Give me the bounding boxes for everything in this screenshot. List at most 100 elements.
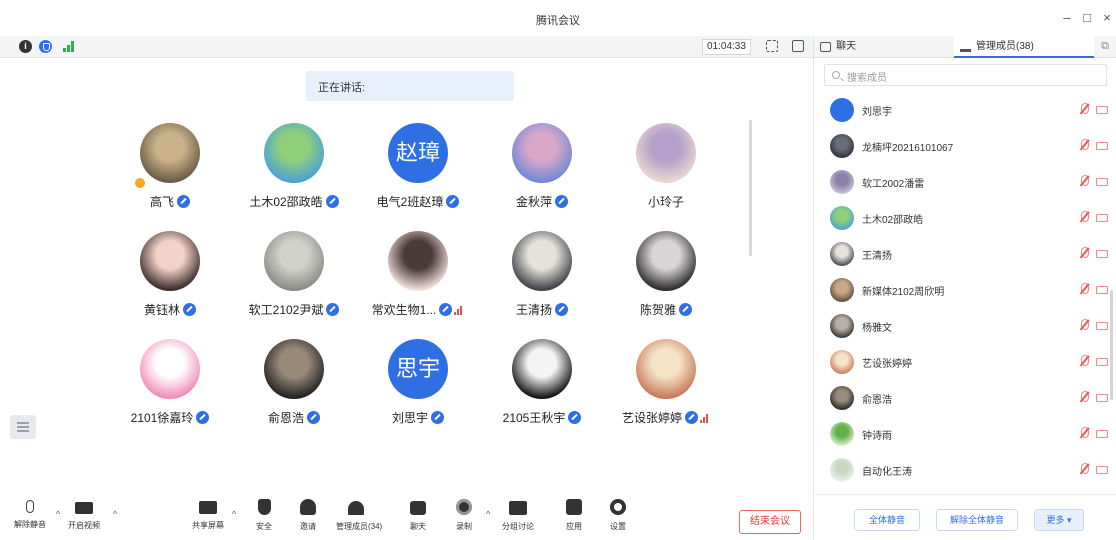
participant-tile[interactable]: 陈贺雅 <box>606 231 726 331</box>
tab-members[interactable]: 管理成员(38) <box>954 36 1094 58</box>
participant-tile[interactable]: 赵璋 电气2班赵璋 <box>358 123 478 223</box>
mic-muted-icon[interactable] <box>1078 247 1090 260</box>
member-row[interactable]: 自动化王涛 <box>814 452 1116 488</box>
member-row[interactable]: 龙楠坪20216101067 <box>814 128 1116 164</box>
member-name: 钟诗雨 <box>862 431 892 442</box>
toolbar-chat-button[interactable]: 聊天 <box>398 499 438 537</box>
participant-name-row: 王清扬 <box>482 301 602 318</box>
camera-off-icon[interactable] <box>1096 178 1108 186</box>
mic-muted-icon[interactable] <box>1078 463 1090 476</box>
participant-tile[interactable]: 2101徐嘉玲 <box>110 339 230 439</box>
member-row[interactable]: 艺设张婷婷 <box>814 344 1116 380</box>
member-search-input[interactable]: 搜索成员 <box>824 64 1107 86</box>
maximize-icon[interactable]: □ <box>1078 10 1096 26</box>
participant-name-row: 常欢生物1... <box>358 301 478 318</box>
participant-tile[interactable]: 小玲子 <box>606 123 726 223</box>
participant-tile[interactable]: 土木02邵政皓 <box>234 123 354 223</box>
member-row[interactable]: 软工2002潘雷 <box>814 164 1116 200</box>
network-signal-icon[interactable] <box>63 41 77 52</box>
mic-muted-icon[interactable] <box>1078 355 1090 368</box>
more-button[interactable]: 更多 ▾ <box>1034 509 1084 531</box>
fullscreen-icon[interactable] <box>766 40 778 52</box>
member-row[interactable]: 俞恩浩 <box>814 380 1116 416</box>
member-row[interactable]: 刘思宇 <box>814 92 1116 128</box>
camera-off-icon[interactable] <box>1096 286 1108 294</box>
mic-muted-icon[interactable] <box>1078 427 1090 440</box>
mic-muted-icon[interactable] <box>1078 391 1090 404</box>
participant-tile[interactable]: 软工2102尹斌 <box>234 231 354 331</box>
member-row[interactable]: 新媒体2102周欣明 <box>814 272 1116 308</box>
participant-name-row: 金秋萍 <box>482 193 602 210</box>
toolbar-invite-button[interactable]: 邀请 <box>288 499 328 537</box>
chevron-up-icon[interactable]: ^ <box>56 509 60 519</box>
toolbar-mic-muted-button[interactable]: 解除静音 <box>10 499 50 537</box>
participant-tile[interactable]: 思宇 刘思宇 <box>358 339 478 439</box>
member-row[interactable]: 杨雅文 <box>814 308 1116 344</box>
security-status-icon[interactable] <box>39 40 52 53</box>
chevron-up-icon[interactable]: ^ <box>113 509 117 519</box>
toolbar-settings-button[interactable]: 设置 <box>598 499 638 537</box>
member-row[interactable]: 王清扬 <box>814 236 1116 272</box>
end-meeting-button[interactable]: 结束会议 <box>739 510 801 534</box>
participant-name-row: 2105王秋宇 <box>482 409 602 426</box>
avatar <box>264 123 324 183</box>
meeting-info-icon[interactable]: i <box>19 40 32 53</box>
grid-scrollbar[interactable] <box>749 120 752 256</box>
camera-off-icon[interactable] <box>1096 322 1108 330</box>
member-row[interactable]: 土木02邵政皓 <box>814 200 1116 236</box>
participant-name-row: 软工2102尹斌 <box>234 301 354 318</box>
unmute-all-button[interactable]: 解除全体静音 <box>936 509 1018 531</box>
toolbar-security-button[interactable]: 安全 <box>244 499 284 537</box>
mic-muted-icon[interactable] <box>1078 211 1090 224</box>
camera-off-icon[interactable] <box>1096 142 1108 150</box>
invite-icon <box>300 499 316 515</box>
tab-chat[interactable]: 聊天 <box>814 36 954 58</box>
camera-off-icon[interactable] <box>1096 430 1108 438</box>
member-row[interactable]: 钟诗雨 <box>814 416 1116 452</box>
mic-muted-icon <box>196 411 210 424</box>
participant-tile[interactable]: 金秋萍 <box>482 123 602 223</box>
chevron-up-icon[interactable]: ^ <box>232 509 236 519</box>
toolbar-share-screen-button[interactable]: 共享屏幕 <box>188 499 228 537</box>
toolbar-record-button[interactable]: 录制 <box>444 499 484 537</box>
toolbar-apps-button[interactable]: 应用 <box>554 499 594 537</box>
participant-tile[interactable]: 高飞 <box>110 123 230 223</box>
panel-popout-icon[interactable]: ⧉ <box>1101 40 1109 53</box>
avatar <box>830 422 854 446</box>
participant-tile[interactable]: 艺设张婷婷 <box>606 339 726 439</box>
chevron-up-icon[interactable]: ^ <box>486 509 490 519</box>
toolbar-camera-off-button[interactable]: 开启视频 <box>64 499 104 537</box>
search-icon <box>832 71 840 79</box>
participant-tile[interactable]: 黄钰林 <box>110 231 230 331</box>
toolbar-breakout-button[interactable]: 分组讨论 <box>498 499 538 537</box>
participant-tile[interactable]: 俞恩浩 <box>234 339 354 439</box>
side-toggle-button[interactable] <box>10 415 36 439</box>
participant-tile[interactable]: 常欢生物1... <box>358 231 478 331</box>
participant-name: 常欢生物1... <box>371 303 437 317</box>
member-list-scrollbar[interactable] <box>1110 290 1113 400</box>
camera-off-icon[interactable] <box>1096 106 1108 114</box>
mic-muted-icon[interactable] <box>1078 139 1090 152</box>
mic-muted-icon[interactable] <box>1078 103 1090 116</box>
close-icon[interactable]: × <box>1098 10 1116 26</box>
participant-name: 王清扬 <box>515 303 552 317</box>
mic-muted-icon[interactable] <box>1078 283 1090 296</box>
minimize-icon[interactable]: – <box>1058 10 1076 26</box>
layout-icon[interactable] <box>792 40 804 52</box>
participant-tile[interactable]: 王清扬 <box>482 231 602 331</box>
toolbar-label: 管理成员(34) <box>336 522 383 531</box>
camera-off-icon[interactable] <box>1096 250 1108 258</box>
speaking-volume-icon <box>454 305 464 315</box>
mic-muted-icon[interactable] <box>1078 175 1090 188</box>
mic-muted-icon[interactable] <box>1078 319 1090 332</box>
camera-off-icon[interactable] <box>1096 214 1108 222</box>
camera-off-icon[interactable] <box>1096 358 1108 366</box>
meeting-timer: 01:04:33 <box>702 39 751 55</box>
camera-off-icon[interactable] <box>1096 466 1108 474</box>
toolbar-members-button[interactable]: 管理成员(34) <box>336 499 383 537</box>
avatar <box>830 134 854 158</box>
avatar <box>830 314 854 338</box>
camera-off-icon[interactable] <box>1096 394 1108 402</box>
participant-tile[interactable]: 2105王秋宇 <box>482 339 602 439</box>
mute-all-button[interactable]: 全体静音 <box>854 509 920 531</box>
